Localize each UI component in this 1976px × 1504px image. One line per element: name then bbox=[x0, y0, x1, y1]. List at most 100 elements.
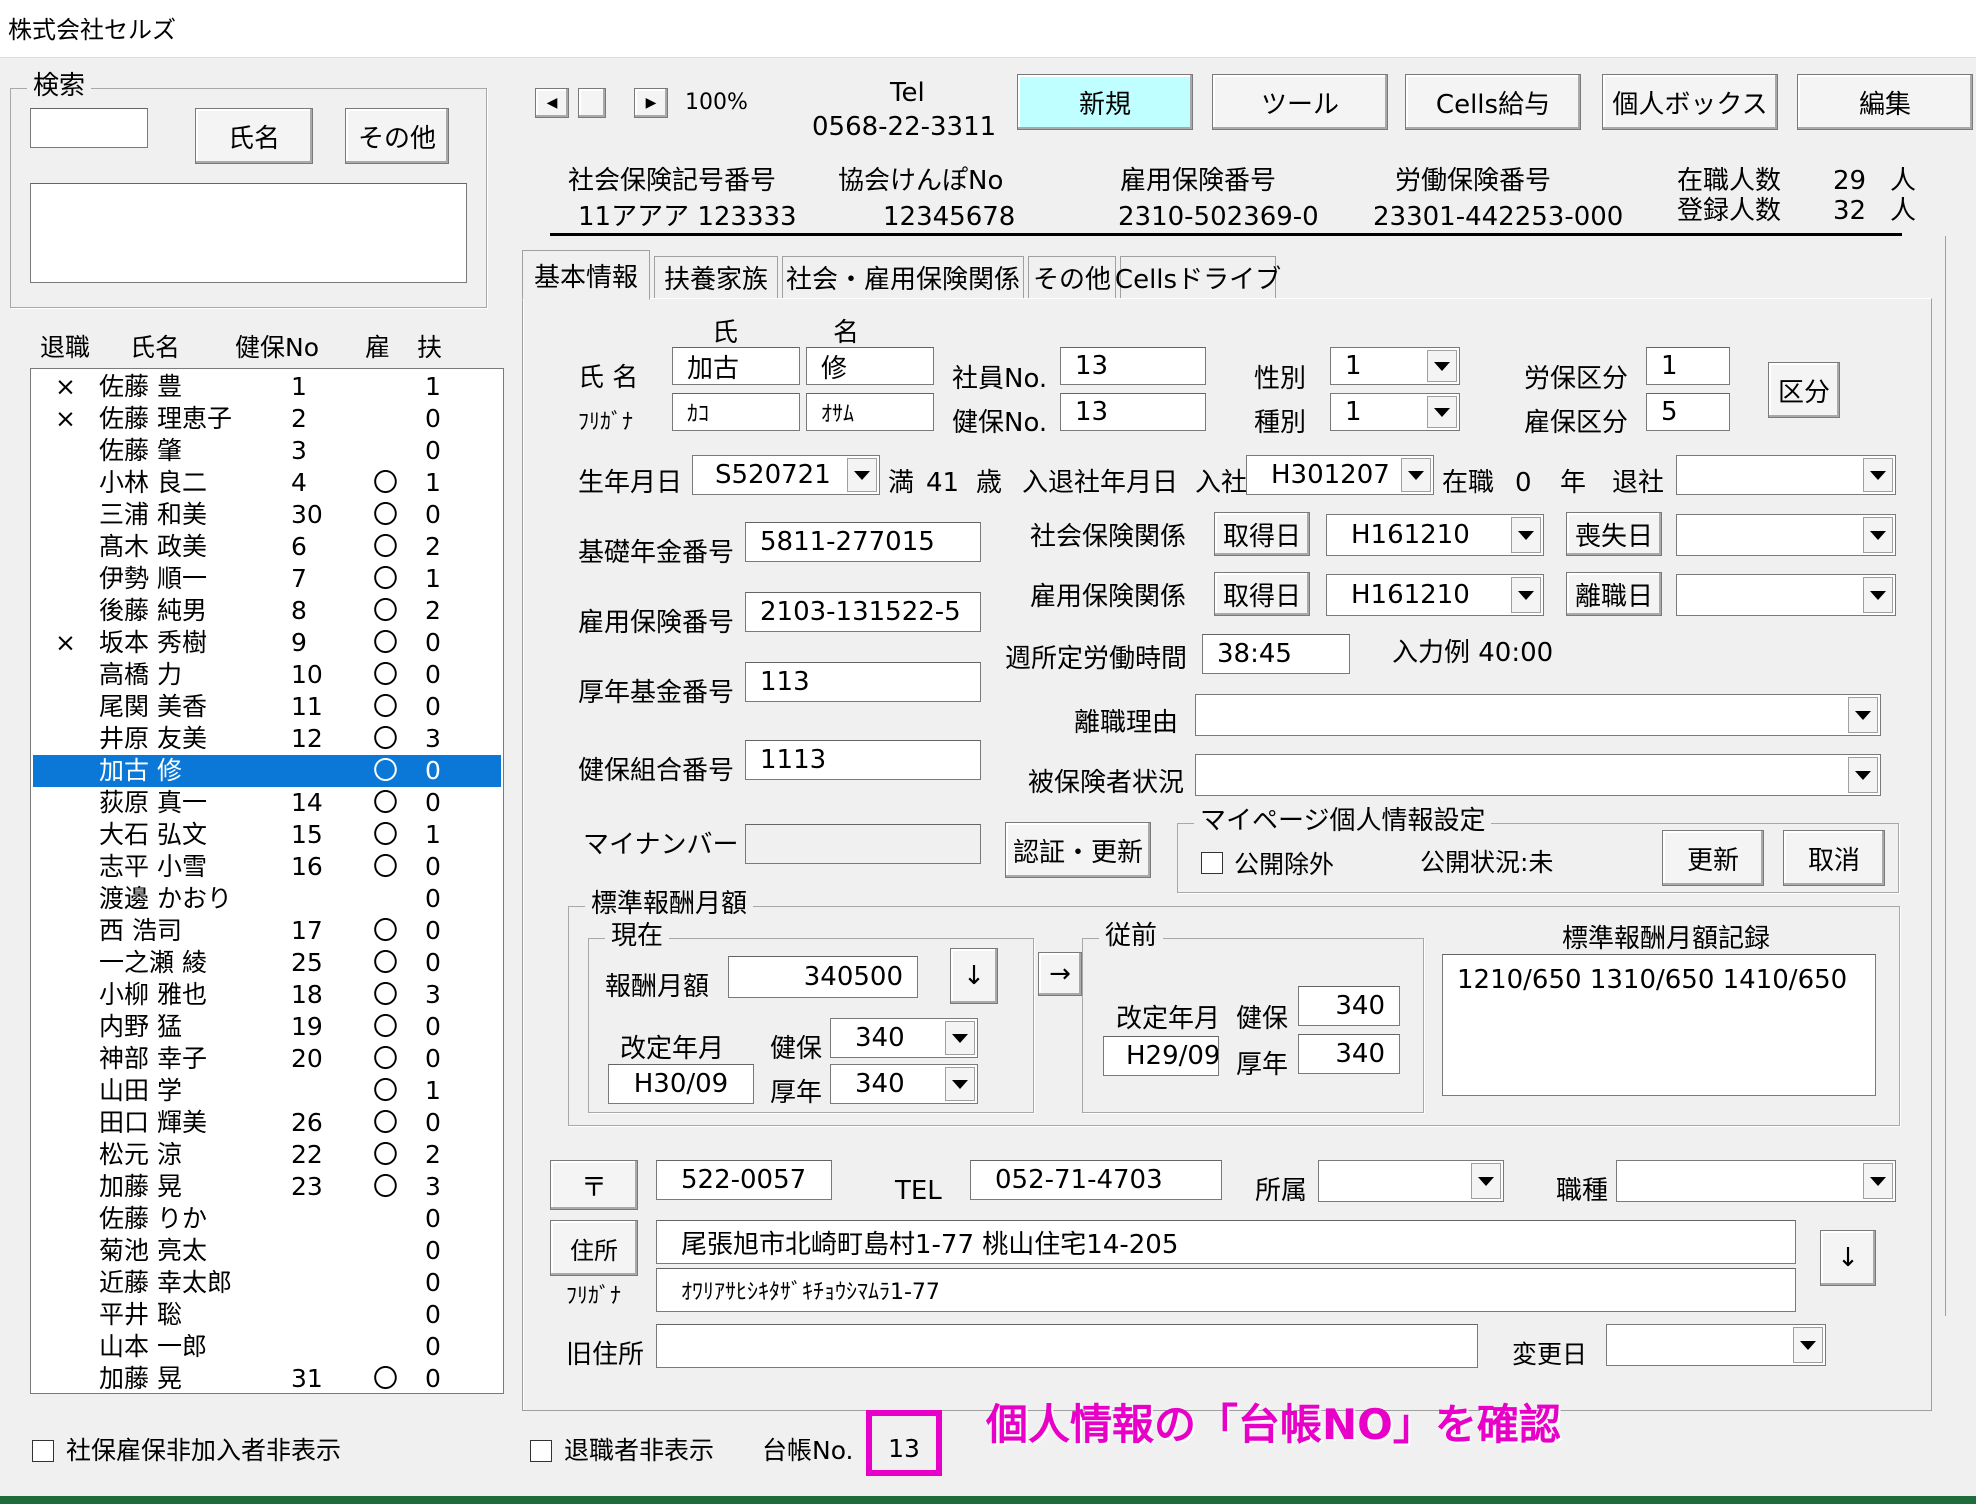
kenpo-grade-select[interactable]: 340 bbox=[830, 1018, 978, 1058]
chevron-down-icon[interactable] bbox=[1863, 1163, 1893, 1199]
chevron-down-icon[interactable] bbox=[1511, 577, 1541, 613]
koyo-rishoku-select[interactable] bbox=[1676, 574, 1896, 616]
chevron-down-icon[interactable] bbox=[1848, 697, 1878, 733]
list-item[interactable]: 大石 弘文 15 〇 1 bbox=[33, 819, 501, 851]
tool-button[interactable]: ツール bbox=[1212, 74, 1388, 130]
sei-input[interactable]: 加古 bbox=[672, 347, 800, 385]
hihoken-select[interactable] bbox=[1195, 754, 1881, 796]
jusho-button[interactable]: 住所 bbox=[550, 1220, 638, 1276]
seibetsu-select[interactable]: 1 bbox=[1330, 347, 1460, 385]
tab-cells-drive[interactable]: Cellsドライブ bbox=[1115, 256, 1281, 298]
hoshu-input[interactable]: 340500 bbox=[728, 956, 918, 998]
shaho-shutoku-select[interactable]: H161210 bbox=[1326, 514, 1544, 556]
chevron-down-icon[interactable] bbox=[1471, 1163, 1501, 1199]
list-item[interactable]: 内野 猛 19 〇 0 bbox=[33, 1011, 501, 1043]
list-item[interactable]: 平井 聡 0 bbox=[33, 1299, 501, 1331]
list-item[interactable]: 小柳 雅也 18 〇 3 bbox=[33, 979, 501, 1011]
list-item[interactable]: 伊勢 順一 7 〇 1 bbox=[33, 563, 501, 595]
scroll-left-button[interactable]: ◀ bbox=[535, 88, 569, 118]
birth-select[interactable]: S520721 bbox=[692, 455, 880, 495]
koyo-no-input[interactable]: 2103-131522-5 bbox=[745, 592, 981, 632]
list-item[interactable]: 三浦 和美 30 〇 0 bbox=[33, 499, 501, 531]
edit-button[interactable]: 編集 bbox=[1797, 74, 1973, 130]
search-other-button[interactable]: その他 bbox=[345, 108, 449, 164]
search-input[interactable] bbox=[30, 108, 148, 148]
hoshu-down-button[interactable]: ↓ bbox=[950, 948, 998, 1004]
taisha-select[interactable] bbox=[1676, 455, 1896, 495]
chevron-down-icon[interactable] bbox=[1793, 1327, 1823, 1363]
zip-button[interactable]: 〒 bbox=[550, 1160, 638, 1210]
list-item[interactable]: × 佐藤 豊 1 1 bbox=[33, 371, 501, 403]
shokushu-select[interactable] bbox=[1616, 1160, 1896, 1202]
hide-retired-checkbox[interactable] bbox=[530, 1440, 552, 1462]
prev-kosei-input[interactable]: 340 bbox=[1298, 1034, 1400, 1074]
chevron-down-icon[interactable] bbox=[945, 1067, 975, 1101]
prev-kenpo-input[interactable]: 340 bbox=[1298, 986, 1400, 1026]
kiso-input[interactable]: 5811-277015 bbox=[745, 522, 981, 562]
list-item[interactable]: 山本 一郎 0 bbox=[33, 1331, 501, 1363]
cells-salary-button[interactable]: Cells給与 bbox=[1405, 74, 1581, 130]
old-address-input[interactable] bbox=[656, 1324, 1478, 1368]
nyusha-select[interactable]: H301207 bbox=[1246, 455, 1434, 495]
personal-box-button[interactable]: 個人ボックス bbox=[1602, 74, 1778, 130]
search-name-button[interactable]: 氏名 bbox=[195, 108, 313, 164]
mypage-update-button[interactable]: 更新 bbox=[1662, 830, 1764, 886]
list-item[interactable]: 加藤 晃 31 〇 0 bbox=[33, 1363, 501, 1393]
scroll-thumb[interactable] bbox=[578, 88, 606, 118]
mypage-cancel-button[interactable]: 取消 bbox=[1783, 830, 1885, 886]
shozoku-select[interactable] bbox=[1318, 1160, 1504, 1202]
koyo-shutoku-select[interactable]: H161210 bbox=[1326, 574, 1544, 616]
list-item[interactable]: 田口 輝美 26 〇 0 bbox=[33, 1107, 501, 1139]
list-item[interactable]: 松元 涼 22 〇 2 bbox=[33, 1139, 501, 1171]
ninsho-button[interactable]: 認証・更新 bbox=[1005, 822, 1151, 878]
mynumber-input[interactable] bbox=[745, 824, 981, 864]
chevron-down-icon[interactable] bbox=[1863, 577, 1893, 613]
shaho-soshitsu-select[interactable] bbox=[1676, 514, 1896, 556]
search-results-box[interactable] bbox=[30, 183, 467, 283]
roho-input[interactable]: 1 bbox=[1646, 347, 1730, 385]
list-item[interactable]: × 佐藤 理恵子 2 0 bbox=[33, 403, 501, 435]
chevron-down-icon[interactable] bbox=[847, 458, 877, 492]
list-item[interactable]: 菊池 亮太 0 bbox=[33, 1235, 501, 1267]
hide-uninsured-checkbox[interactable] bbox=[32, 1440, 54, 1462]
list-item[interactable]: 高橋 力 10 〇 0 bbox=[33, 659, 501, 691]
list-item[interactable]: 渡邊 かおり 0 bbox=[33, 883, 501, 915]
zip-input[interactable]: 522-0057 bbox=[656, 1160, 832, 1200]
shaho-shutoku-button[interactable]: 取得日 bbox=[1214, 512, 1310, 556]
kaitei-input[interactable]: H30/09 bbox=[608, 1064, 754, 1104]
jusho-kana-input[interactable]: ｵﾜﾘｱｻﾋｼｷﾀｻﾞｷﾁｮｳｼﾏﾑﾗ1-77 bbox=[656, 1268, 1796, 1312]
koho-input[interactable]: 5 bbox=[1646, 393, 1730, 431]
henko-select[interactable] bbox=[1606, 1324, 1826, 1366]
record-textbox[interactable]: 1210/650 1310/650 1410/650 bbox=[1442, 954, 1876, 1096]
list-item[interactable]: 加古 修 〇0 bbox=[33, 755, 501, 787]
kenpo-no-input[interactable]: 13 bbox=[1060, 393, 1206, 431]
list-item[interactable]: 荻原 真一 14 〇 0 bbox=[33, 787, 501, 819]
jusho-down-button[interactable]: ↓ bbox=[1820, 1230, 1876, 1286]
mei-kana-input[interactable]: ｵｻﾑ bbox=[806, 393, 934, 431]
list-item[interactable]: 佐藤 りか 0 bbox=[33, 1203, 501, 1235]
kosei-grade-select[interactable]: 340 bbox=[830, 1064, 978, 1104]
list-item[interactable]: 神部 幸子 20 〇 0 bbox=[33, 1043, 501, 1075]
list-item[interactable]: 井原 友美 12 〇 3 bbox=[33, 723, 501, 755]
chevron-down-icon[interactable] bbox=[1863, 458, 1893, 492]
shain-input[interactable]: 13 bbox=[1060, 347, 1206, 385]
mei-input[interactable]: 修 bbox=[806, 347, 934, 385]
list-item[interactable]: 山田 学 〇1 bbox=[33, 1075, 501, 1107]
list-item[interactable]: 西 浩司 17 〇 0 bbox=[33, 915, 501, 947]
kubun-button[interactable]: 区分 bbox=[1768, 362, 1840, 418]
list-item[interactable]: × 坂本 秀樹 9 〇 0 bbox=[33, 627, 501, 659]
shaho-soshitsu-button[interactable]: 喪失日 bbox=[1566, 512, 1662, 556]
tel-input[interactable]: 052-71-4703 bbox=[970, 1160, 1222, 1200]
chevron-down-icon[interactable] bbox=[1427, 396, 1457, 428]
tab-other[interactable]: その他 bbox=[1028, 256, 1116, 298]
chevron-down-icon[interactable] bbox=[1511, 517, 1541, 553]
jusho-input[interactable]: 尾張旭市北崎町島村1-77 桃山住宅14-205 bbox=[656, 1220, 1796, 1264]
koyo-rishoku-button[interactable]: 離職日 bbox=[1566, 572, 1662, 616]
list-item[interactable]: 加藤 晃 23 〇 3 bbox=[33, 1171, 501, 1203]
shubetsu-select[interactable]: 1 bbox=[1330, 393, 1460, 431]
list-item[interactable]: 一之瀬 綾 25 〇 0 bbox=[33, 947, 501, 979]
chevron-down-icon[interactable] bbox=[1863, 517, 1893, 553]
kenpo-kumiai-input[interactable]: 1113 bbox=[745, 740, 981, 780]
tab-insurance[interactable]: 社会・雇用保険関係 bbox=[782, 256, 1024, 298]
copy-to-prev-button[interactable]: → bbox=[1038, 952, 1082, 996]
